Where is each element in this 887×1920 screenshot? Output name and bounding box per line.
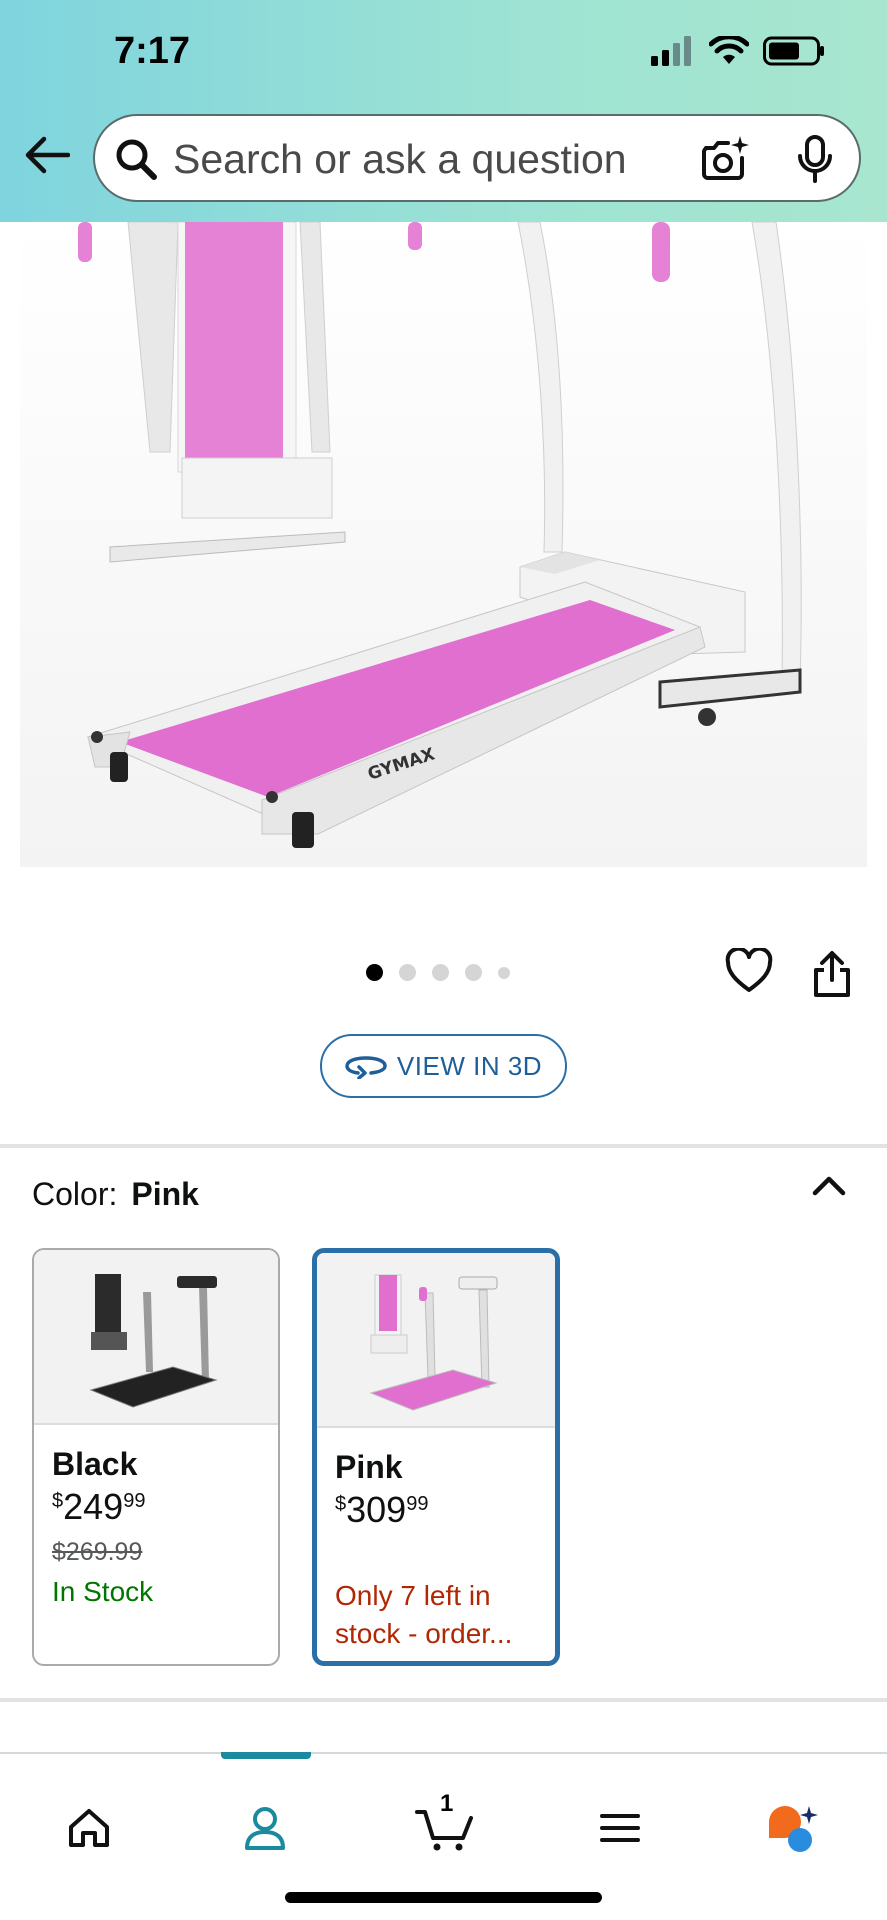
rotate-3d-icon <box>345 1056 387 1079</box>
rufus-ai-icon <box>769 1806 818 1852</box>
color-option-thumbnail <box>34 1250 278 1425</box>
price-fraction: 99 <box>406 1493 429 1515</box>
black-treadmill-thumbnail <box>89 1273 218 1408</box>
nav-cart[interactable]: 1 <box>410 1790 480 1858</box>
home-indicator <box>285 1892 602 1903</box>
menu-icon <box>600 1814 640 1842</box>
carousel-dot[interactable] <box>399 964 416 981</box>
nav-menu[interactable] <box>585 1798 655 1858</box>
color-label: Color: <box>32 1176 118 1212</box>
color-option-name: Black <box>52 1446 138 1482</box>
home-icon <box>69 1809 109 1847</box>
wifi-icon <box>709 36 749 64</box>
carousel-dots[interactable] <box>366 964 510 981</box>
color-option-price: $24999 <box>52 1486 145 1528</box>
nav-account[interactable] <box>230 1798 300 1858</box>
status-icons <box>651 36 825 66</box>
search-icon <box>116 139 157 180</box>
nav-rufus-assistant[interactable] <box>760 1798 830 1858</box>
share-icon[interactable] <box>812 950 852 998</box>
color-option-thumbnail <box>317 1253 555 1428</box>
color-option-black[interactable]: Black $24999 $269.99 In Stock <box>32 1248 280 1666</box>
camera-search-icon[interactable] <box>700 134 750 184</box>
carousel-dot[interactable] <box>432 964 449 981</box>
cart-count: 1 <box>440 1790 454 1817</box>
price-whole: 249 <box>63 1486 124 1527</box>
carousel-dot[interactable] <box>498 966 510 979</box>
section-divider <box>0 1144 887 1148</box>
pink-treadmill-thumbnail <box>369 1274 498 1411</box>
signal-icon <box>651 36 691 66</box>
view-in-3d-label: VIEW IN 3D <box>396 1050 543 1081</box>
color-selected-value: Pink <box>131 1176 199 1212</box>
microphone-icon[interactable] <box>795 134 835 184</box>
active-tab-indicator <box>221 1752 311 1759</box>
back-button[interactable] <box>22 130 72 180</box>
price-symbol: $ <box>52 1490 64 1512</box>
price-whole: 309 <box>346 1489 407 1530</box>
list-price: $269.99 <box>52 1538 143 1566</box>
search-placeholder: Search or ask a question <box>173 136 627 182</box>
heart-icon[interactable] <box>725 948 773 994</box>
product-image-carousel[interactable]: GYMAX <box>0 222 887 872</box>
availability-status: Only 7 left in stock - order... <box>335 1580 513 1649</box>
product-image: GYMAX <box>20 222 867 867</box>
color-option-price: $30999 <box>335 1489 428 1531</box>
back-arrow-icon <box>25 136 70 174</box>
price-fraction: 99 <box>123 1490 146 1512</box>
status-time: 7:17 <box>114 30 191 72</box>
color-option-pink[interactable]: Pink $30999 Only 7 left in stock - order… <box>312 1248 560 1666</box>
price-symbol: $ <box>335 1493 347 1515</box>
section-divider <box>0 1698 887 1702</box>
view-in-3d-button[interactable]: VIEW IN 3D <box>320 1034 567 1098</box>
chevron-up-icon[interactable] <box>812 1174 846 1196</box>
product-page: 7:17 Search or ask a question GYMAX VIEW… <box>0 0 887 1920</box>
color-label-row: Color: Pink <box>32 1176 199 1213</box>
battery-icon <box>763 36 824 66</box>
carousel-dot[interactable] <box>465 964 482 981</box>
person-icon <box>245 1807 285 1850</box>
nav-home[interactable] <box>54 1798 124 1858</box>
search-bar[interactable]: Search or ask a question <box>93 114 861 202</box>
color-option-name: Pink <box>335 1449 403 1485</box>
carousel-dot[interactable] <box>366 964 383 981</box>
availability-status: In Stock <box>52 1576 154 1607</box>
header: 7:17 Search or ask a question <box>0 0 887 222</box>
